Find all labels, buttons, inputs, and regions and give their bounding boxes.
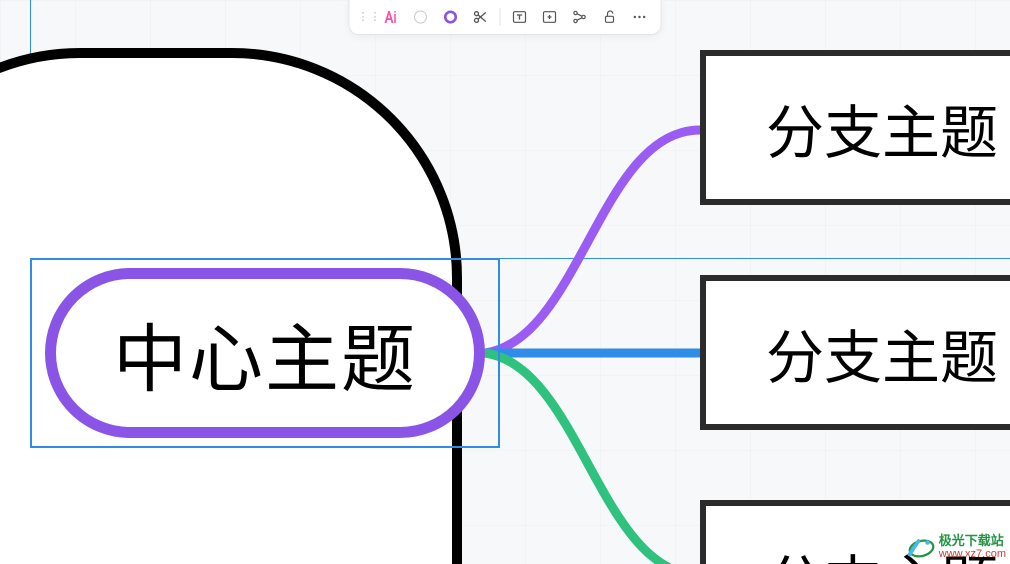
text-box-icon[interactable] (507, 4, 533, 30)
add-box-icon[interactable] (537, 4, 563, 30)
ring-icon[interactable] (438, 4, 464, 30)
branch-topic-2[interactable]: 分支主题 2 (700, 275, 1010, 430)
watermark-title: 极光下载站 (939, 534, 1006, 548)
branch-topic-label: 分支主题 1 (766, 86, 1010, 170)
connection-icon[interactable] (567, 4, 593, 30)
central-topic[interactable]: 中心主题 (45, 268, 485, 438)
circle-outline-icon[interactable] (408, 4, 434, 30)
ai-icon[interactable] (378, 4, 404, 30)
watermark-icon (905, 535, 935, 559)
floating-toolbar: ⋮⋮ (349, 0, 662, 35)
central-topic-label: 中心主题 (113, 300, 417, 407)
drag-handle-icon[interactable]: ⋮⋮ (358, 12, 374, 23)
mindmap-canvas[interactable]: ⋮⋮ (0, 0, 1010, 564)
branch-topic-1[interactable]: 分支主题 1 (700, 50, 1010, 205)
scissors-icon[interactable] (468, 4, 494, 30)
branch-topic-label: 分支主题 2 (766, 311, 1010, 395)
watermark: 极光下载站 www.xz7.com (905, 534, 1006, 560)
toolbar-divider (500, 8, 501, 26)
unlock-icon[interactable] (597, 4, 623, 30)
watermark-url: www.xz7.com (939, 548, 1006, 560)
more-icon[interactable] (627, 4, 653, 30)
